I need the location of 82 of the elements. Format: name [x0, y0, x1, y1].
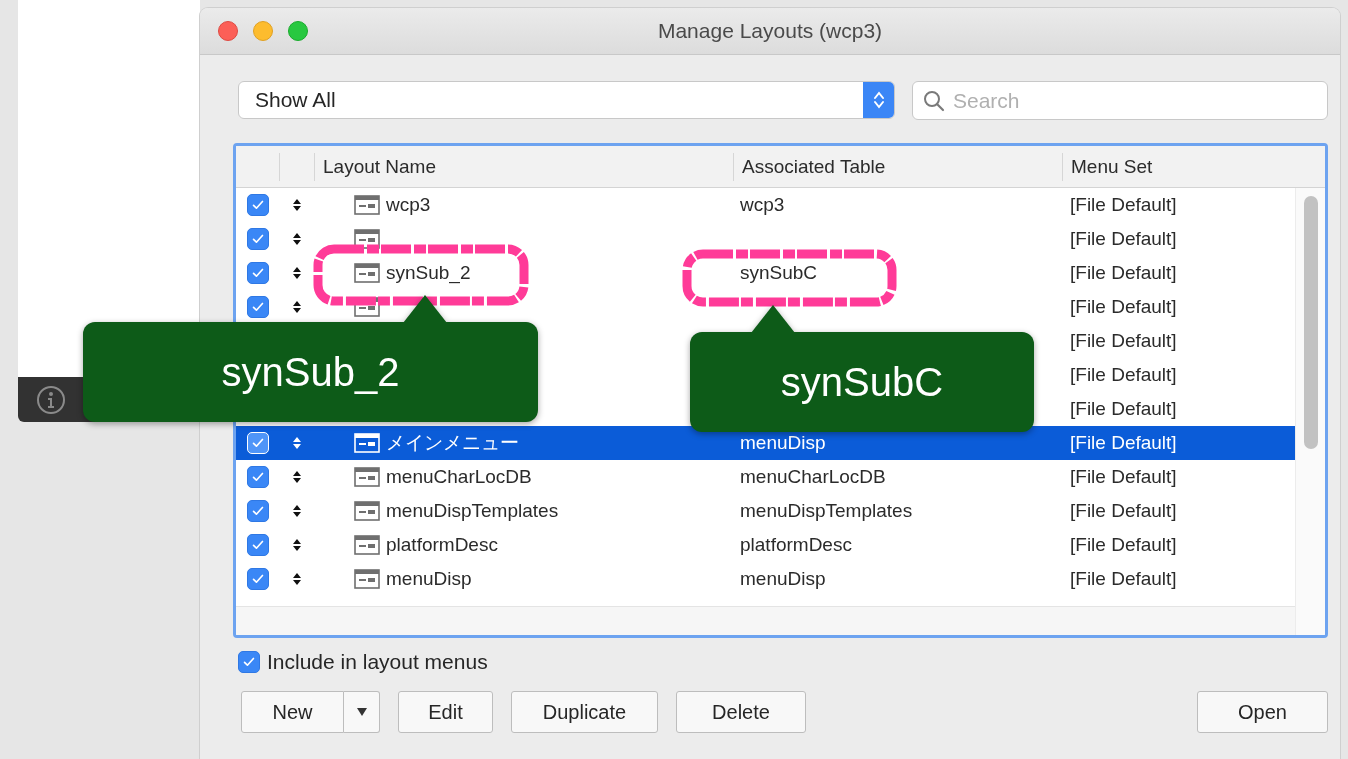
checkmark-icon: [250, 470, 265, 484]
caret-icon: [356, 708, 367, 716]
column-header[interactable]: Associated Table: [733, 152, 1062, 181]
callout-pointer: [751, 305, 795, 333]
column-header[interactable]: Layout Name: [314, 152, 733, 181]
action-button[interactable]: Duplicate: [511, 691, 658, 733]
checkmark-icon: [250, 538, 265, 552]
new-button[interactable]: New: [241, 691, 344, 733]
scrollbar[interactable]: [1295, 188, 1325, 635]
checkmark-icon: [250, 266, 265, 280]
open-button[interactable]: Open: [1197, 691, 1328, 733]
checkbox[interactable]: [246, 262, 269, 284]
reorder-icon[interactable]: [292, 232, 301, 246]
menu-set: [File Default]: [1070, 534, 1177, 555]
menu-set: [File Default]: [1070, 330, 1177, 351]
checkbox-label: Include in layout menus: [267, 650, 488, 674]
menu-set: [File Default]: [1070, 262, 1177, 283]
table-name: menuDispTemplates: [740, 500, 913, 521]
reorder-icon[interactable]: [292, 572, 301, 586]
reorder-icon[interactable]: [292, 470, 301, 484]
checkbox[interactable]: [246, 534, 269, 556]
search-icon: [923, 89, 945, 112]
reorder-icon[interactable]: [292, 300, 301, 314]
checkbox[interactable]: [246, 228, 269, 250]
table-name: menuDisp: [740, 568, 826, 589]
reorder-icon[interactable]: [292, 538, 301, 552]
table-name: menuDisp: [740, 432, 826, 453]
checkmark-icon: [250, 436, 265, 450]
checkmark-icon: [242, 655, 256, 669]
reorder-icon[interactable]: [292, 266, 301, 280]
menu-set: [File Default]: [1070, 296, 1177, 317]
checkmark-icon: [250, 198, 265, 212]
dropdown-button[interactable]: [344, 691, 380, 733]
stepper-icon: [872, 90, 885, 110]
checkmark-icon: [250, 232, 265, 246]
menu-set: [File Default]: [1070, 568, 1177, 589]
layout-name: menuDisp: [386, 568, 472, 590]
layout-icon: [354, 195, 380, 215]
layout-name: メインメニュー: [386, 431, 519, 455]
info-icon[interactable]: [36, 384, 66, 415]
table-name: platformDesc: [740, 534, 852, 555]
layout-icon: [354, 229, 380, 249]
menu-set: [File Default]: [1070, 432, 1177, 453]
filter-popup[interactable]: Show All: [238, 81, 895, 119]
action-button[interactable]: Edit: [398, 691, 493, 733]
menu-set: [File Default]: [1070, 194, 1177, 215]
checkbox[interactable]: [238, 651, 260, 673]
menu-set: [File Default]: [1070, 364, 1177, 385]
layout-name: menuCharLocDB: [386, 466, 532, 488]
layout-name: synSub_2: [386, 262, 471, 284]
window-title: Manage Layouts (wcp3): [657, 19, 883, 42]
checkmark-icon: [250, 504, 265, 518]
layout-name: menuDispTemplates: [386, 500, 559, 522]
layout-icon: [354, 433, 380, 453]
reorder-icon[interactable]: [292, 504, 301, 518]
callout-pointer: [403, 295, 447, 323]
menu-set: [File Default]: [1070, 398, 1177, 419]
checkbox[interactable]: [246, 296, 269, 318]
checkbox[interactable]: [246, 466, 269, 488]
checkbox[interactable]: [246, 500, 269, 522]
layout-name: platformDesc: [386, 534, 498, 556]
reorder-icon[interactable]: [292, 198, 301, 212]
layout-icon: [354, 297, 380, 317]
layout-icon: [354, 569, 380, 589]
checkmark-icon: [250, 300, 265, 314]
layout-icon: [354, 263, 380, 283]
menu-set: [File Default]: [1070, 466, 1177, 487]
layout-icon: [354, 535, 380, 555]
table-name: synSubC: [740, 262, 818, 283]
layout-icon: [354, 501, 380, 521]
table-name: wcp3: [740, 194, 785, 215]
checkbox[interactable]: [246, 194, 269, 216]
close-button[interactable]: [218, 21, 238, 41]
table-name: menuCharLocDB: [740, 466, 886, 487]
checkbox[interactable]: [246, 568, 269, 590]
action-button[interactable]: Delete: [676, 691, 806, 733]
menu-set: [File Default]: [1070, 500, 1177, 521]
layout-icon: [354, 467, 380, 487]
zoom-button[interactable]: [288, 21, 308, 41]
menu-set: [File Default]: [1070, 228, 1177, 249]
layout-name: wcp3: [386, 194, 431, 216]
checkmark-icon: [250, 572, 265, 586]
